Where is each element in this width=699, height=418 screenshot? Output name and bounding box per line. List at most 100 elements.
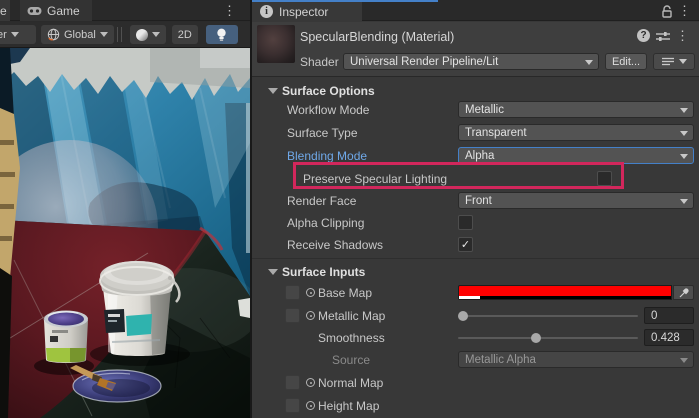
gamepad-icon (27, 6, 42, 16)
pivot-mode-label: ter (0, 29, 7, 41)
surface-inputs-title: Surface Inputs (282, 265, 365, 279)
shader-label: Shader (300, 55, 339, 69)
receive-shadows-checkbox[interactable]: ✓ (458, 237, 473, 252)
material-title: SpecularBlending (Material) (300, 30, 454, 44)
tab-game-label: Game (47, 4, 80, 18)
preserve-specular-label: Preserve Specular Lighting (303, 172, 447, 186)
render-face-dropdown[interactable]: Front (458, 192, 694, 209)
object-picker-icon[interactable] (306, 401, 315, 410)
alpha-clipping-label: Alpha Clipping (287, 216, 364, 230)
foldout-arrow-icon (268, 88, 278, 94)
alpha-clipping-checkbox[interactable]: ✓ (458, 215, 473, 230)
blending-mode-value: Alpha (465, 150, 494, 162)
2d-toggle-button[interactable]: 2D (172, 25, 198, 44)
smoothness-value: 0.428 (651, 332, 680, 344)
render-face-row: Render Face Front (252, 192, 699, 210)
help-icon[interactable]: ? (637, 29, 650, 42)
slider-knob[interactable] (531, 333, 541, 343)
workflow-mode-dropdown[interactable]: Metallic (458, 101, 694, 118)
slider-knob[interactable] (458, 311, 468, 321)
tab-scene-partial[interactable]: e (0, 0, 10, 21)
smoothness-value-field[interactable]: 0.428 (644, 329, 694, 346)
object-picker-icon[interactable] (306, 378, 315, 387)
list-icon (662, 57, 674, 66)
info-icon: i (260, 5, 273, 18)
surface-inputs-header[interactable]: Surface Inputs (252, 264, 699, 282)
blending-mode-dropdown[interactable]: Alpha (458, 147, 694, 164)
slider-track[interactable] (458, 337, 638, 339)
surface-type-dropdown[interactable]: Transparent (458, 124, 694, 141)
material-header: SpecularBlending (Material) ? ⋮ Shader U… (252, 22, 699, 77)
tab-game[interactable]: Game (20, 0, 92, 21)
shading-mode-dropdown[interactable] (130, 25, 166, 44)
chevron-down-icon (100, 32, 108, 37)
shader-list-button[interactable] (653, 53, 695, 70)
workflow-mode-row: Workflow Mode Metallic (252, 101, 699, 119)
alpha-bar (459, 296, 671, 299)
material-menu-kebab-icon[interactable]: ⋮ (676, 29, 689, 42)
shader-edit-button[interactable]: Edit... (605, 53, 647, 70)
blending-mode-row: Blending Mode Alpha (252, 147, 699, 165)
smoothness-slider[interactable] (458, 329, 638, 347)
normal-map-row: Normal Map (252, 374, 699, 392)
shader-value: Universal Render Pipeline/Lit (350, 56, 498, 68)
surface-type-value: Transparent (465, 127, 527, 139)
2d-label: 2D (178, 29, 192, 41)
metallic-map-row: Metallic Map 0 (252, 307, 699, 325)
scene-lighting-toggle-button[interactable] (206, 25, 238, 44)
scene-viewport[interactable] (0, 48, 250, 418)
scene-view-panel: e Game ⋮ ter (0, 0, 250, 418)
scene-toolbar: ter Global 2D (0, 22, 250, 48)
chevron-down-icon (152, 32, 160, 37)
scene-view-menu-kebab-icon[interactable]: ⋮ (223, 4, 236, 17)
toolbar-separator (121, 27, 122, 42)
base-map-row: Base Map (252, 284, 699, 302)
receive-shadows-label: Receive Shadows (287, 238, 383, 252)
lightbulb-icon (216, 28, 227, 42)
eyedropper-button[interactable] (673, 285, 694, 300)
slider-track[interactable] (458, 315, 638, 317)
inspector-tabbar: i Inspector ⋮ (252, 0, 699, 21)
edit-label: Edit... (612, 56, 640, 68)
orientation-dropdown[interactable]: Global (41, 25, 114, 44)
presets-icon[interactable] (656, 31, 670, 42)
chevron-down-icon (585, 60, 593, 65)
normal-map-texture-slot[interactable] (285, 375, 300, 390)
inspector-menu-kebab-icon[interactable]: ⋮ (678, 4, 691, 17)
normal-map-label: Normal Map (318, 376, 383, 390)
chevron-down-icon (11, 32, 19, 37)
metallic-value-field[interactable]: 0 (644, 307, 694, 324)
check-icon: ✓ (600, 172, 609, 185)
lock-open-icon[interactable] (661, 5, 673, 18)
unity-editor-window: e Game ⋮ ter (0, 0, 699, 418)
source-dropdown: Metallic Alpha (458, 351, 694, 368)
chevron-down-icon (680, 358, 688, 363)
surface-type-label: Surface Type (287, 126, 358, 140)
height-map-texture-slot[interactable] (285, 398, 300, 413)
smoothness-source-row: Source Metallic Alpha (252, 351, 699, 369)
pivot-mode-dropdown[interactable]: ter (0, 25, 36, 44)
base-map-color-swatch[interactable] (458, 285, 672, 300)
workflow-mode-value: Metallic (465, 104, 504, 116)
chevron-down-icon (680, 131, 688, 136)
check-icon: ✓ (461, 216, 470, 229)
height-map-row: Height Map (252, 397, 699, 415)
chevron-down-icon (679, 59, 687, 64)
base-map-texture-slot[interactable] (285, 285, 300, 300)
metallic-map-texture-slot[interactable] (285, 308, 300, 323)
object-picker-icon[interactable] (306, 288, 315, 297)
toolbar-separator (117, 27, 118, 42)
preserve-specular-checkbox[interactable]: ✓ (597, 171, 612, 186)
metallic-slider[interactable] (458, 307, 638, 325)
shader-dropdown[interactable]: Universal Render Pipeline/Lit (343, 53, 599, 70)
smoothness-label: Smoothness (318, 331, 385, 345)
object-picker-icon[interactable] (306, 311, 315, 320)
surface-options-header[interactable]: Surface Options (252, 83, 699, 101)
tab-inspector[interactable]: i Inspector (252, 2, 362, 21)
check-icon: ✓ (461, 238, 470, 251)
surface-type-row: Surface Type Transparent (252, 124, 699, 142)
render-face-label: Render Face (287, 194, 356, 208)
receive-shadows-row: Receive Shadows ✓ (252, 236, 699, 254)
workflow-mode-label: Workflow Mode (287, 103, 369, 117)
source-value: Metallic Alpha (465, 354, 536, 366)
